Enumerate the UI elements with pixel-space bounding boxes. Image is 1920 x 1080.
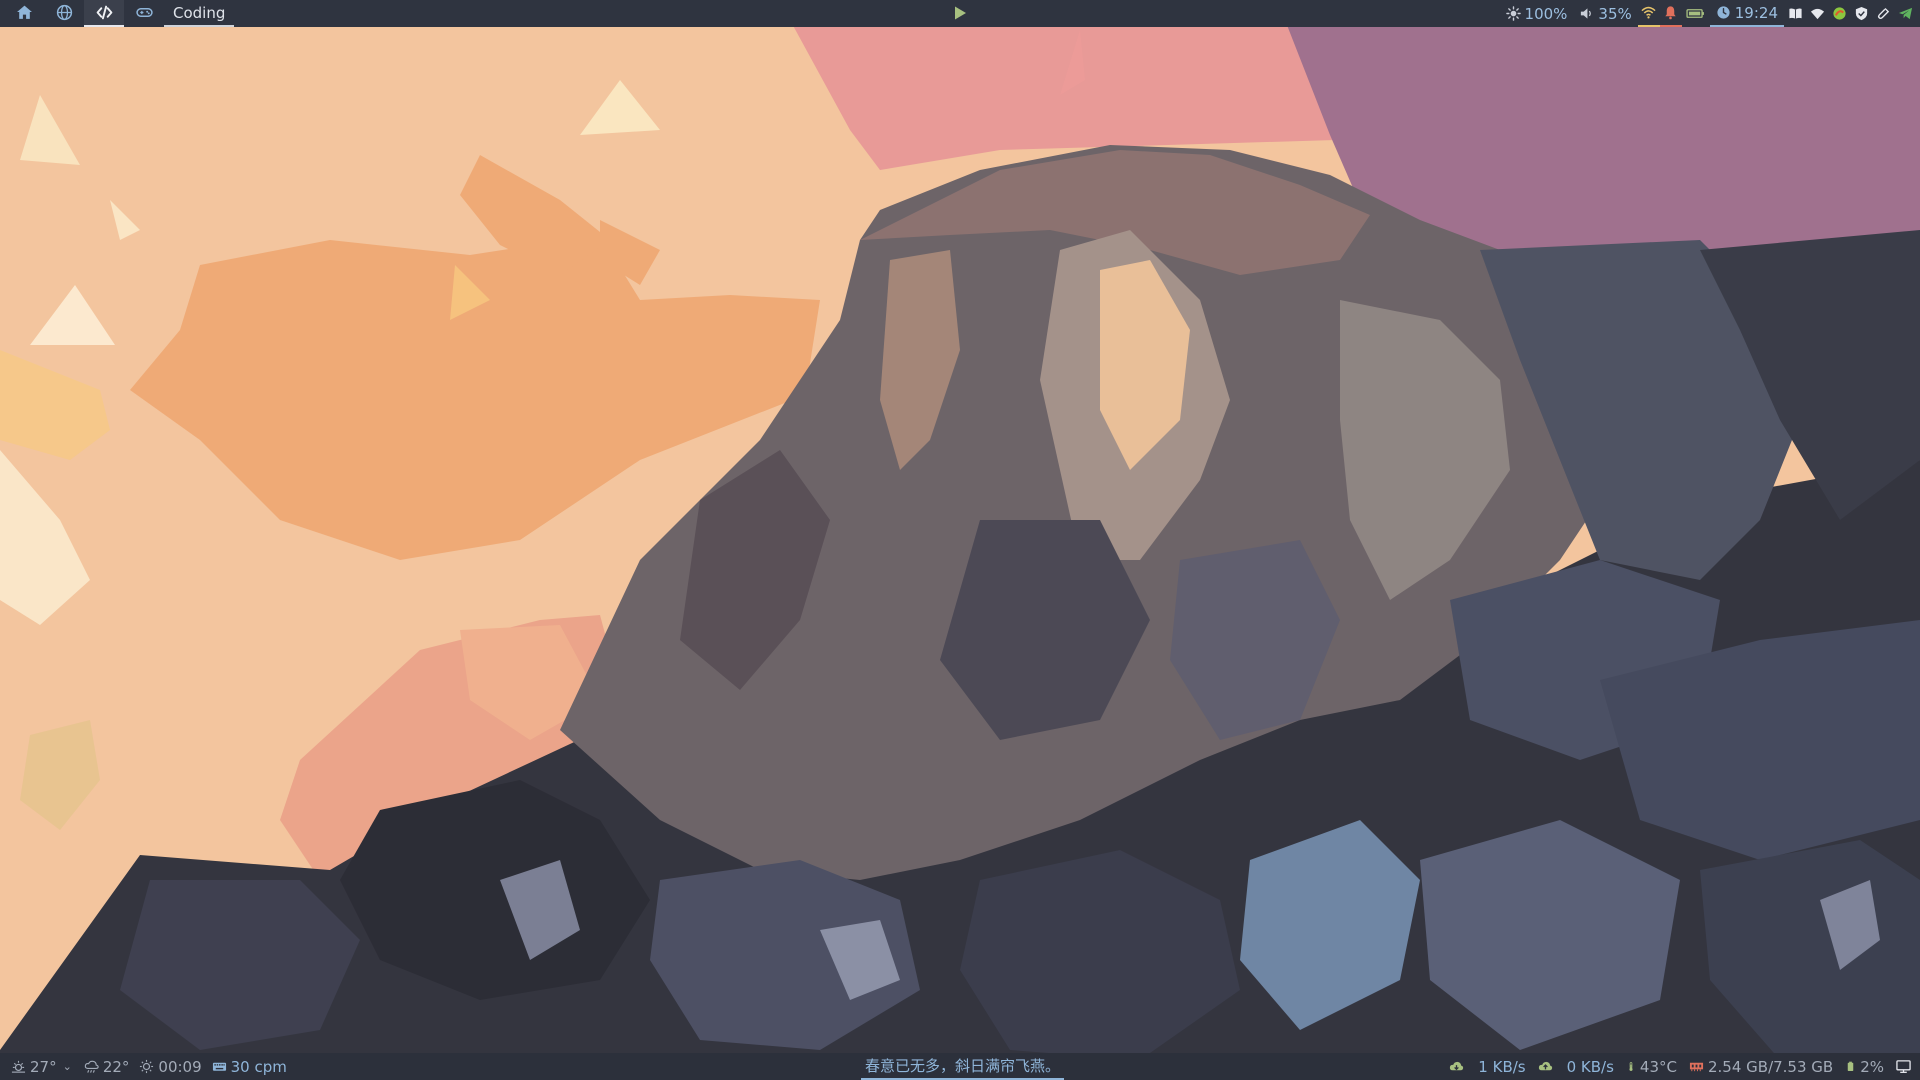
link-icon [1877, 8, 1889, 20]
gamepad-icon [135, 8, 153, 17]
clock-time: 19:24 [1734, 3, 1778, 22]
keyboard-icon [212, 1062, 226, 1071]
bottom-left-modules: 27° ⌄ 22° 00:09 30 cpm [6, 1053, 292, 1080]
cloud-download-icon [1450, 1061, 1464, 1071]
battery-status[interactable] [1682, 0, 1710, 27]
notifications-button[interactable] [1659, 0, 1682, 27]
bottom-panel: 27° ⌄ 22° 00:09 30 cpm 春意已无多，斜日满帘飞燕。 1 K… [0, 1053, 1920, 1080]
top-panel: Coding 100% 35% 19:24 [0, 0, 1920, 27]
tray-book[interactable] [1784, 0, 1806, 27]
wifi-signal-icon [1641, 6, 1656, 19]
brightness-icon [1505, 6, 1521, 21]
daily-quote[interactable]: 春意已无多，斜日满帘飞燕。 [861, 1053, 1065, 1080]
play-icon [955, 6, 966, 20]
volume-icon [1581, 8, 1592, 19]
workspace-switcher: Coding [4, 0, 235, 27]
weather-separator-icon: ⌄ [62, 1060, 72, 1073]
memory-icon [1689, 1062, 1704, 1072]
media-play-button[interactable] [951, 4, 969, 22]
clock[interactable]: 19:24 [1709, 0, 1784, 27]
memory-usage-value: 2.54 GB/7.53 GB [1707, 1057, 1834, 1076]
desktop: Coding 100% 35% 19:24 27° ⌄ 22° 00:09 30… [0, 0, 1920, 1080]
tray-telegram[interactable] [1894, 0, 1916, 27]
download-speed: 1 KB/s [1478, 1057, 1526, 1076]
brightness-value: 100% [1524, 4, 1568, 23]
forecast-temperature: 22° [102, 1057, 130, 1076]
workspace-code[interactable] [84, 0, 124, 27]
wifi-icon [1810, 8, 1824, 20]
show-desktop-button[interactable] [1890, 1053, 1916, 1080]
globe-icon [56, 4, 72, 21]
typing-speed[interactable]: 30 cpm [207, 1053, 292, 1080]
book-icon [1788, 8, 1802, 19]
weather-widget[interactable]: 27° ⌄ [6, 1053, 79, 1080]
battery-level[interactable]: 2% [1839, 1053, 1890, 1080]
home-icon [16, 5, 32, 19]
battery-icon [1686, 9, 1705, 18]
cpu-temperature[interactable]: 43°C [1620, 1053, 1683, 1080]
bell-icon [1665, 6, 1676, 20]
tray-link[interactable] [1872, 0, 1894, 27]
tray-app[interactable] [1828, 0, 1850, 27]
telegram-icon [1898, 7, 1912, 20]
network-upload[interactable]: 0 KB/s [1532, 1053, 1620, 1080]
battery-level-value: 2% [1860, 1057, 1884, 1076]
typing-speed-value: 30 cpm [230, 1057, 287, 1076]
desktop-wallpaper [0, 0, 1920, 1080]
timer-value: 00:09 [158, 1057, 202, 1076]
network-download[interactable]: 1 KB/s [1443, 1053, 1531, 1080]
weather-temperature: 27° [30, 1057, 57, 1076]
rain-icon [84, 1060, 99, 1073]
sun-icon [140, 1059, 154, 1074]
upload-speed: 0 KB/s [1566, 1057, 1614, 1076]
code-icon [96, 5, 112, 20]
battery-vertical-icon [1847, 1061, 1854, 1071]
workspace-web[interactable] [44, 0, 84, 27]
app-icon [1832, 7, 1846, 20]
timer-widget[interactable]: 00:09 [134, 1053, 206, 1080]
volume-indicator[interactable]: 35% [1573, 0, 1637, 27]
workspace-name[interactable]: Coding [164, 0, 235, 27]
brightness-indicator[interactable]: 100% [1500, 0, 1574, 27]
weather-icon [11, 1060, 26, 1073]
bottom-right-modules: 1 KB/s 0 KB/s 43°C 2.54 GB/7.53 GB 2% [1443, 1053, 1916, 1080]
wifi-status[interactable] [1637, 0, 1660, 27]
volume-value: 35% [1598, 4, 1632, 23]
thermometer-icon [1629, 1062, 1633, 1071]
clock-icon [1717, 6, 1730, 19]
memory-usage[interactable]: 2.54 GB/7.53 GB [1683, 1053, 1839, 1080]
cpu-temperature-value: 43°C [1639, 1057, 1677, 1076]
workspace-home[interactable] [4, 0, 44, 27]
shield-icon [1855, 6, 1867, 21]
tray-shield[interactable] [1850, 0, 1872, 27]
monitor-icon [1895, 1060, 1911, 1073]
weather-forecast[interactable]: 22° [79, 1053, 135, 1080]
cloud-upload-icon [1538, 1061, 1552, 1071]
system-tray: 100% 35% 19:24 [1500, 0, 1916, 27]
tray-wifi[interactable] [1806, 0, 1828, 27]
workspace-games[interactable] [124, 0, 164, 27]
